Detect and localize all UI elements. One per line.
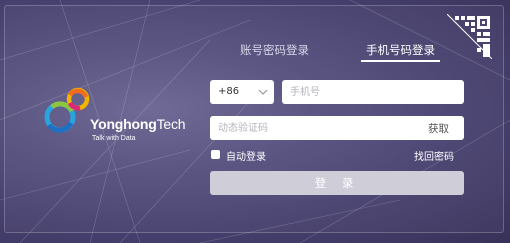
tab-account-password[interactable]: 账号密码登录	[240, 42, 309, 58]
qr-code-icon[interactable]	[447, 14, 492, 59]
brand-name-bold: Yonghong	[90, 116, 157, 132]
phone-input[interactable]	[282, 80, 464, 104]
country-code-select[interactable]: +86	[210, 80, 274, 104]
yonghong-logo	[44, 87, 90, 133]
brand-name-regular: Tech	[156, 116, 186, 132]
auto-login-label[interactable]: 自动登录	[226, 148, 266, 163]
chevron-down-icon	[258, 80, 268, 114]
auto-login-checkbox[interactable]	[211, 150, 220, 159]
verification-code-input[interactable]	[210, 116, 464, 140]
get-code-button[interactable]: 获取	[428, 121, 449, 136]
tab-phone-login[interactable]: 手机号码登录	[366, 42, 435, 58]
login-button[interactable]: 登 录	[210, 171, 464, 195]
brand-tagline: Talk with Data	[92, 135, 136, 142]
active-tab-indicator	[361, 60, 440, 62]
country-code-value: +86	[218, 86, 240, 97]
forgot-password-link[interactable]: 找回密码	[414, 148, 454, 163]
brand-name: YonghongTech	[90, 116, 186, 132]
